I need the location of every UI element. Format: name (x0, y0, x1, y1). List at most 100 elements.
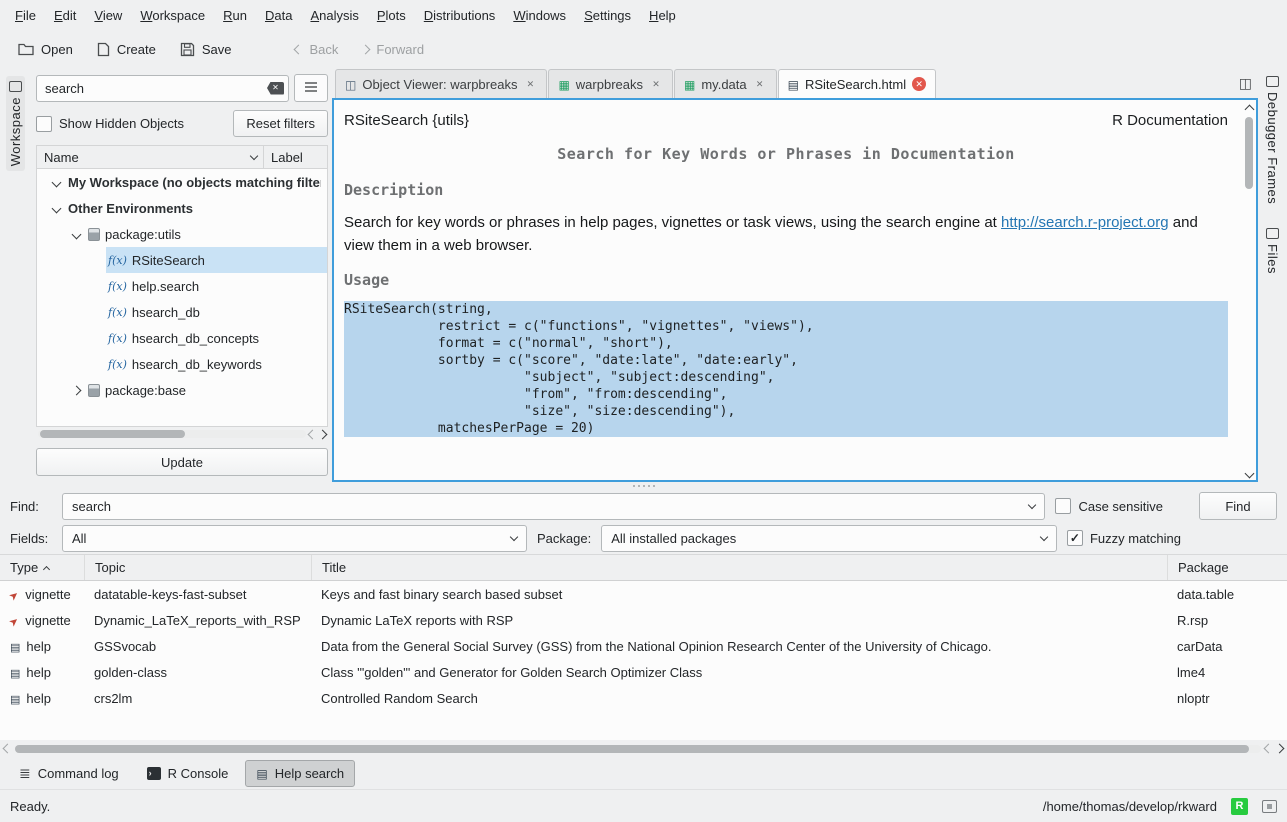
tab-close-icon[interactable] (912, 77, 926, 91)
scroll-up-icon[interactable] (1244, 105, 1254, 115)
tree-item[interactable]: f(x) RSiteSearch (37, 247, 327, 273)
tool-view-icon (19, 766, 31, 781)
scroll-left-icon[interactable] (3, 744, 13, 754)
tree-horizontal-scrollbar[interactable] (36, 427, 328, 441)
tool-view-button[interactable]: Command log (8, 760, 130, 787)
tool-view-button[interactable]: R Console (136, 760, 240, 787)
menu-item[interactable]: Run (214, 3, 256, 28)
expander-icon[interactable] (52, 203, 62, 213)
menu-item[interactable]: Help (640, 3, 685, 28)
menu-item[interactable]: View (85, 3, 131, 28)
tree-item[interactable]: f(x) hsearch_db (37, 299, 327, 325)
tool-view-icon (147, 767, 161, 780)
tree-item[interactable]: f(x) hsearch_db_concepts (37, 325, 327, 351)
save-button[interactable]: Save (170, 36, 242, 63)
expander-icon[interactable] (52, 177, 62, 187)
package-combobox[interactable]: All installed packages (601, 525, 1057, 552)
menu-item[interactable]: Analysis (301, 3, 367, 28)
menu-item[interactable]: File (6, 3, 45, 28)
tree-item[interactable]: f(x) Other Environments (37, 195, 327, 221)
table-row[interactable]: help crs2lm Controlled Random Search nlo… (0, 685, 1287, 711)
tab-close-icon[interactable] (523, 77, 537, 91)
menu-item[interactable]: Plots (368, 3, 415, 28)
tool-view-icon (256, 766, 267, 781)
case-sensitive-checkbox[interactable] (1055, 498, 1071, 514)
column-header-name[interactable]: Name (37, 150, 263, 165)
scroll-right-icon[interactable] (318, 429, 328, 439)
forward-button[interactable]: Forward (352, 36, 434, 63)
split-view-icon[interactable]: ◫ (1239, 75, 1252, 92)
workspace-tab-label: Workspace (8, 97, 23, 166)
fields-bar: Fields: All Package: All installed packa… (0, 522, 1287, 554)
menu-item[interactable]: Edit (45, 3, 85, 28)
document-vertical-scrollbar[interactable] (1242, 100, 1256, 480)
table-row[interactable]: vignette datatable-keys-fast-subset Keys… (0, 581, 1287, 607)
create-button[interactable]: Create (87, 36, 166, 63)
document-tab[interactable]: RSiteSearch.html (778, 69, 937, 98)
scroll-down-icon[interactable] (1244, 469, 1254, 479)
scrollbar-thumb[interactable] (1245, 117, 1253, 189)
view-options-button[interactable] (294, 74, 328, 102)
document-tab[interactable]: Object Viewer: warpbreaks (335, 69, 547, 98)
column-header-title[interactable]: Title (311, 555, 1167, 580)
scrollbar-thumb[interactable] (40, 430, 185, 438)
expander-icon[interactable] (72, 385, 82, 395)
show-hidden-checkbox[interactable] (36, 116, 52, 132)
update-button[interactable]: Update (36, 448, 328, 476)
table-row[interactable]: help golden-class Class '"golden"' and G… (0, 659, 1287, 685)
reset-filters-button[interactable]: Reset filters (233, 110, 328, 137)
back-button[interactable]: Back (285, 36, 348, 63)
search-engine-link[interactable]: http://search.r-project.org (1001, 214, 1169, 231)
table-row[interactable]: help GSSvocab Data from the General Soci… (0, 633, 1287, 659)
tool-view-button[interactable]: Help search (245, 760, 355, 787)
column-header-package[interactable]: Package (1167, 555, 1287, 580)
interrupt-indicator-icon[interactable] (1262, 800, 1277, 813)
tab-close-icon[interactable] (753, 77, 767, 91)
sidebar-tab-right[interactable]: Debugger Frames (1263, 72, 1282, 208)
tree-item[interactable]: f(x) package:base (37, 377, 327, 403)
column-header-type[interactable]: Type (0, 555, 84, 580)
find-button[interactable]: Find (1199, 492, 1277, 520)
tree-item[interactable]: f(x) hsearch_db_keywords (37, 351, 327, 377)
column-header-topic[interactable]: Topic (84, 555, 311, 580)
tab-close-icon[interactable] (649, 77, 663, 91)
sidebar-tab-right[interactable]: Files (1263, 224, 1282, 278)
tree-item[interactable]: f(x) help.search (37, 273, 327, 299)
open-button[interactable]: Open (8, 36, 83, 63)
fuzzy-matching-checkbox[interactable] (1067, 530, 1083, 546)
table-row[interactable]: vignette Dynamic_LaTeX_reports_with_RSP … (0, 607, 1287, 633)
fields-label: Fields: (10, 531, 52, 546)
menu-item[interactable]: Data (256, 3, 301, 28)
column-header-label[interactable]: Label (263, 146, 327, 168)
scroll-right-icon[interactable] (1275, 744, 1285, 754)
fields-combobox[interactable]: All (62, 525, 527, 552)
scroll-left-icon[interactable] (1264, 744, 1274, 754)
find-combobox[interactable]: search (62, 493, 1045, 520)
menu-item[interactable]: Settings (575, 3, 640, 28)
tree-item-label: package:utils (105, 227, 181, 242)
scroll-left-icon[interactable] (308, 429, 318, 439)
r-engine-status-badge[interactable]: R (1231, 798, 1248, 815)
search-input[interactable] (36, 75, 289, 102)
description-paragraph: Search for key words or phrases in help … (344, 211, 1228, 257)
horizontal-splitter[interactable] (0, 482, 1287, 490)
menu-item[interactable]: Workspace (131, 3, 214, 28)
result-title: Class '"golden"' and Generator for Golde… (311, 665, 1167, 680)
sidebar-tab-workspace[interactable]: Workspace (6, 76, 25, 171)
scrollbar-thumb[interactable] (15, 745, 1249, 753)
document-tab[interactable]: my.data (674, 69, 777, 98)
menu-item[interactable]: Distributions (415, 3, 505, 28)
workspace-panel: ✕ Show Hidden Objects Reset filters Name… (30, 68, 332, 482)
result-package: lme4 (1167, 665, 1287, 680)
menu-item[interactable]: Windows (504, 3, 575, 28)
document-area: Object Viewer: warpbreaks warpbreaks my.… (332, 68, 1258, 482)
tree-item[interactable]: f(x) My Workspace (no objects matching f… (37, 169, 327, 195)
code-line: "subject", "subject:descending", (344, 369, 1228, 386)
tab-icon (684, 77, 695, 92)
function-icon: f(x) (108, 332, 127, 345)
expander-icon[interactable] (72, 229, 82, 239)
result-type-icon (10, 639, 20, 654)
tree-item[interactable]: f(x) package:utils (37, 221, 327, 247)
results-horizontal-scrollbar[interactable] (0, 740, 1287, 757)
document-tab[interactable]: warpbreaks (548, 69, 673, 98)
